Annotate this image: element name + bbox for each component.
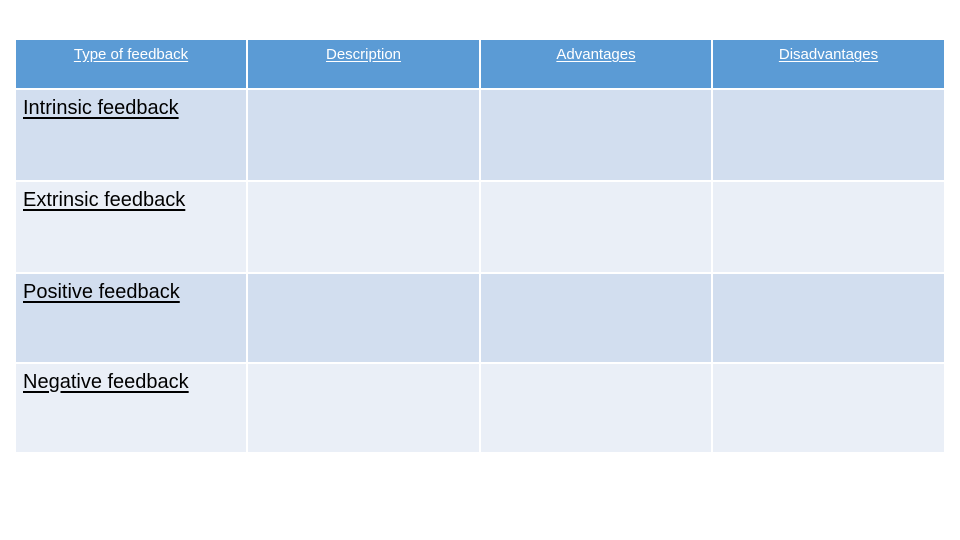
row-label-intrinsic: Intrinsic feedback	[16, 90, 246, 180]
row-label-positive: Positive feedback	[16, 274, 246, 362]
cell-extrinsic-disadvantages[interactable]	[713, 182, 944, 272]
cell-extrinsic-description[interactable]	[248, 182, 479, 272]
cell-positive-disadvantages[interactable]	[713, 274, 944, 362]
header-type-of-feedback: Type of feedback	[16, 40, 246, 88]
cell-intrinsic-disadvantages[interactable]	[713, 90, 944, 180]
cell-negative-description[interactable]	[248, 364, 479, 452]
header-advantages: Advantages	[481, 40, 711, 88]
cell-negative-advantages[interactable]	[481, 364, 711, 452]
row-label-negative: Negative feedback	[16, 364, 246, 452]
header-description: Description	[248, 40, 479, 88]
row-label-extrinsic: Extrinsic feedback	[16, 182, 246, 272]
cell-intrinsic-description[interactable]	[248, 90, 479, 180]
cell-negative-disadvantages[interactable]	[713, 364, 944, 452]
cell-positive-advantages[interactable]	[481, 274, 711, 362]
cell-positive-description[interactable]	[248, 274, 479, 362]
header-disadvantages: Disadvantages	[713, 40, 944, 88]
cell-intrinsic-advantages[interactable]	[481, 90, 711, 180]
feedback-table: Type of feedback Description Advantages …	[16, 40, 944, 452]
cell-extrinsic-advantages[interactable]	[481, 182, 711, 272]
